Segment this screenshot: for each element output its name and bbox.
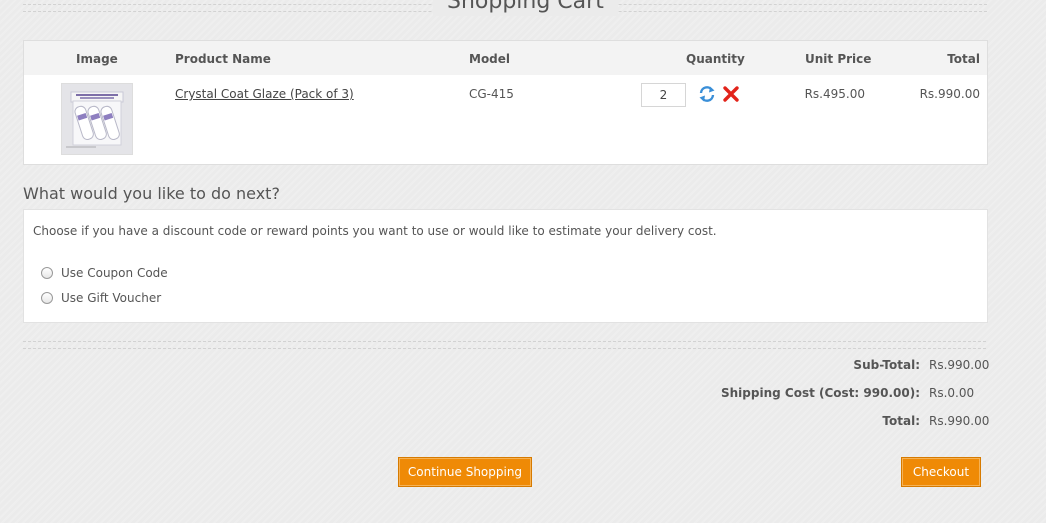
totals-divider — [23, 341, 986, 349]
subtotal-label: Sub-Total: — [853, 358, 920, 372]
continue-shopping-button[interactable]: Continue Shopping — [398, 457, 532, 487]
column-header-image: Image — [76, 52, 118, 66]
total-label: Total: — [882, 414, 920, 428]
product-name-link[interactable]: Crystal Coat Glaze (Pack of 3) — [175, 87, 354, 101]
title-bar: Shopping Cart — [23, 0, 987, 16]
line-total-value: Rs.990.00 — [919, 87, 980, 101]
remove-item-button[interactable] — [722, 85, 740, 103]
column-header-total: Total — [947, 52, 980, 66]
update-quantity-button[interactable] — [698, 85, 716, 103]
remove-icon — [723, 86, 739, 102]
gift-voucher-label: Use Gift Voucher — [61, 291, 162, 305]
page-title: Shopping Cart — [433, 0, 618, 16]
coupon-code-option[interactable]: Use Coupon Code — [41, 266, 168, 280]
subtotal-value: Rs.990.00 — [929, 358, 990, 372]
quantity-input[interactable] — [641, 83, 686, 107]
column-header-unit-price: Unit Price — [805, 52, 872, 66]
column-header-product-name: Product Name — [175, 52, 271, 66]
coupon-code-label: Use Coupon Code — [61, 266, 168, 280]
cart-table: Image Product Name Model Quantity Unit P… — [23, 40, 988, 165]
coupon-code-radio[interactable] — [41, 267, 53, 279]
next-description: Choose if you have a discount code or re… — [33, 224, 717, 238]
unit-price-value: Rs.495.00 — [804, 87, 865, 101]
cart-table-header: Image Product Name Model Quantity Unit P… — [24, 41, 987, 75]
column-header-model: Model — [469, 52, 511, 66]
gift-voucher-option[interactable]: Use Gift Voucher — [41, 291, 161, 305]
refresh-icon — [699, 86, 715, 102]
product-model: CG-415 — [469, 87, 514, 101]
total-value: Rs.990.00 — [929, 414, 990, 428]
gift-voucher-radio[interactable] — [41, 292, 53, 304]
product-image-icon — [62, 84, 132, 154]
column-header-quantity: Quantity — [686, 52, 745, 66]
next-options-panel: Choose if you have a discount code or re… — [23, 209, 988, 323]
shipping-cost-label: Shipping Cost (Cost: 990.00): — [721, 386, 920, 400]
next-section-title: What would you like to do next? — [23, 184, 280, 203]
product-thumbnail[interactable] — [61, 83, 133, 155]
shipping-cost-value: Rs.0.00 — [929, 386, 975, 400]
checkout-button[interactable]: Checkout — [901, 457, 981, 487]
